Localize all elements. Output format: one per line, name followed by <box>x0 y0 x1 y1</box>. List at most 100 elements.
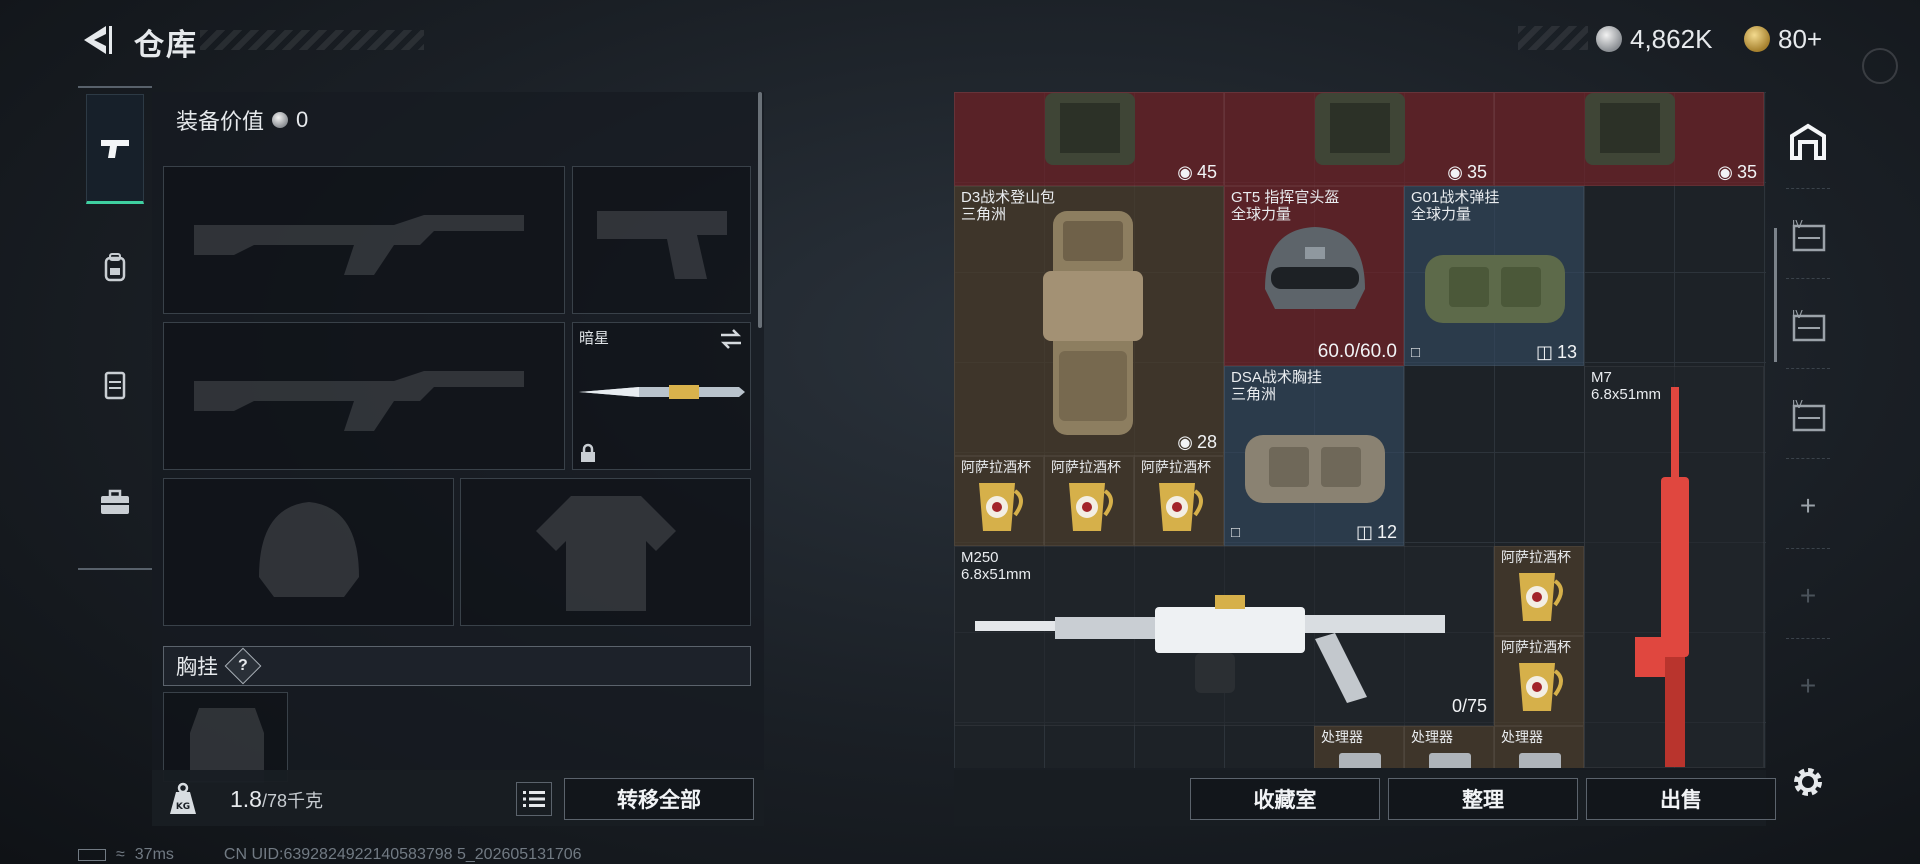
sidearm-slot[interactable] <box>572 166 751 314</box>
sell-button[interactable]: 出售 <box>1586 778 1776 820</box>
gold-coin-icon <box>1744 26 1770 52</box>
melee-slot[interactable]: 暗星 <box>572 322 751 470</box>
crate-icon: IV <box>1792 308 1826 342</box>
svg-text:IV: IV <box>1792 218 1803 231</box>
gear-icon <box>1794 768 1822 796</box>
wifi-icon: ≈ <box>116 846 125 863</box>
tab-storage-extension-1[interactable]: IV <box>1788 216 1828 256</box>
helmet-slot[interactable] <box>163 478 454 626</box>
rail-item-backpack[interactable] <box>86 212 144 322</box>
rail-divider <box>1786 188 1830 189</box>
rail-divider <box>1786 278 1830 279</box>
tab-storage-extension-2[interactable]: IV <box>1788 306 1828 346</box>
list-view-button[interactable] <box>516 782 552 816</box>
gold-cup-icon <box>1069 483 1113 531</box>
gold-cup-icon <box>1519 573 1563 621</box>
rail-divider <box>1786 458 1830 459</box>
svg-text:IV: IV <box>1792 398 1803 411</box>
briefcase-icon <box>101 489 129 514</box>
item-name: M7 <box>1591 369 1612 386</box>
rail-item-case[interactable] <box>86 448 144 558</box>
swap-icon[interactable] <box>718 327 744 351</box>
storage-item-m250[interactable]: M250 6.8x51mm 0/75 <box>954 546 1494 726</box>
storage-item-processor[interactable]: 处理器 <box>1494 726 1584 768</box>
backpack-icon <box>1043 211 1143 435</box>
helmet-icon <box>1265 227 1365 309</box>
item-name: 阿萨拉酒杯 <box>961 459 1031 475</box>
transfer-all-button[interactable]: 转移全部 <box>564 778 754 820</box>
storage-item-processor[interactable]: 处理器 <box>1314 726 1404 768</box>
silver-coin-icon <box>1596 26 1622 52</box>
storage-item-top-2[interactable]: ◉ 35 <box>1224 92 1494 186</box>
tab-main-storage[interactable] <box>1788 122 1828 162</box>
gold-currency[interactable]: 80+ <box>1744 22 1822 56</box>
item-name: 阿萨拉酒杯 <box>1141 459 1211 475</box>
storage-item-cup[interactable]: 阿萨拉酒杯 <box>1044 456 1134 546</box>
secondary-weapon-slot[interactable] <box>163 322 565 470</box>
loadout-scrollbar[interactable] <box>758 92 762 328</box>
no-repair-icon: □ <box>1411 344 1421 361</box>
armor-slot[interactable] <box>460 478 751 626</box>
chest-rig-header: 胸挂 ? <box>163 646 751 686</box>
pistol-silhouette-icon <box>597 211 727 279</box>
back-arrow-icon[interactable] <box>78 22 114 58</box>
silver-coin-icon <box>272 112 289 128</box>
capacity-icon: ◉ <box>1447 162 1463 182</box>
rail-item-weapons[interactable] <box>86 94 144 204</box>
item-name: 阿萨拉酒杯 <box>1501 549 1571 565</box>
storage-item-cup[interactable]: 阿萨拉酒杯 <box>954 456 1044 546</box>
storage-item-gt5-helmet[interactable]: GT5 指挥官头盔 全球力量 60.0/60.0 <box>1224 186 1404 366</box>
add-storage-icon[interactable]: + <box>1788 576 1828 616</box>
ammo-count: 0/75 <box>1451 696 1487 716</box>
capacity-icon: ◉ <box>1177 162 1193 182</box>
item-name: 处理器 <box>1501 729 1543 745</box>
chest-rig-slot[interactable] <box>163 692 288 783</box>
storage-item-cup[interactable]: 阿萨拉酒杯 <box>1494 546 1584 636</box>
gold-amount: 80+ <box>1778 23 1823 54</box>
item-count: ◉ 35 <box>1447 162 1487 182</box>
crate-icon: IV <box>1792 218 1826 252</box>
storage-item-top-3[interactable]: ◉ 35 <box>1494 92 1764 186</box>
chest-rig-label: 胸挂 <box>176 656 218 679</box>
ping: 37ms <box>134 846 174 863</box>
add-storage-icon[interactable]: + <box>1788 486 1828 526</box>
storage-item-top-1[interactable]: ◉ 45 <box>954 92 1224 186</box>
item-count: ◉ 35 <box>1717 162 1757 182</box>
organize-button[interactable]: 整理 <box>1388 778 1578 820</box>
storage-tabs-rail: IV IV IV + + + <box>1778 92 1838 812</box>
warehouse-icon <box>1790 123 1826 160</box>
helmet-silhouette-icon <box>259 502 359 597</box>
item-name: M250 <box>961 549 999 566</box>
item-name: DSA战术胸挂 <box>1231 369 1322 386</box>
uid: CN UID:6392824922140583798 5_20260513170… <box>223 846 582 863</box>
category-rail <box>78 86 152 570</box>
tab-storage-extension-3[interactable]: IV <box>1788 396 1828 436</box>
list-icon <box>523 791 545 807</box>
storage-item-d3-backpack[interactable]: D3战术登山包 三角洲 ◉ 28 <box>954 186 1224 456</box>
rifle-silhouette-icon <box>194 215 524 275</box>
storage-item-cup[interactable]: 阿萨拉酒杯 <box>1494 636 1584 726</box>
help-icon[interactable]: ? <box>224 647 262 685</box>
primary-weapon-slot[interactable] <box>163 166 565 314</box>
backpack-icon <box>1585 93 1675 165</box>
collection-room-button[interactable]: 收藏室 <box>1190 778 1380 820</box>
gold-cup-icon <box>1159 483 1203 531</box>
equip-value-label: 装备价值 <box>176 109 265 134</box>
knife-icon <box>579 385 745 399</box>
storage-item-cup[interactable]: 阿萨拉酒杯 <box>1134 456 1224 546</box>
storage-item-g01-rig[interactable]: G01战术弹挂 全球力量 □ ◫ 13 <box>1404 186 1584 366</box>
storage-item-processor[interactable]: 处理器 <box>1404 726 1494 768</box>
rifle-silhouette-icon <box>194 371 524 431</box>
item-faction: 三角洲 <box>961 206 1007 223</box>
item-name: GT5 指挥官头盔 <box>1231 189 1340 206</box>
add-storage-icon[interactable]: + <box>1788 666 1828 706</box>
settings-button[interactable] <box>1788 762 1828 802</box>
rail-divider <box>1786 548 1830 549</box>
gold-cup-icon <box>1519 663 1563 711</box>
rail-item-chest-rig[interactable] <box>86 330 144 440</box>
slots-icon: ◫ <box>1355 522 1373 542</box>
vest-icon <box>104 371 126 400</box>
storage-item-dsa-rig[interactable]: DSA战术胸挂 三角洲 □ ◫ 12 <box>1224 366 1404 546</box>
storage-item-m7-rifle[interactable]: M7 6.8x51mm <box>1584 366 1764 768</box>
storage-scrollbar[interactable] <box>1774 228 1777 362</box>
